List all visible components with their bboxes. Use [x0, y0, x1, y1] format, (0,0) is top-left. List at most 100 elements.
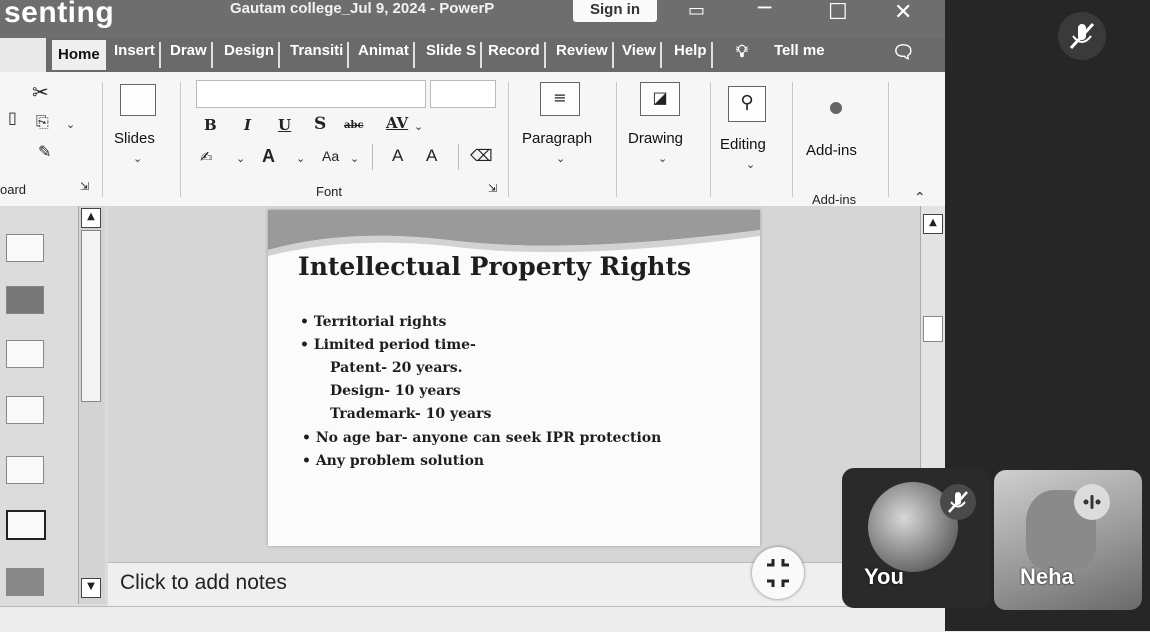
- font-color-button[interactable]: A: [262, 146, 275, 167]
- scroll-up-icon[interactable]: ▲: [923, 214, 943, 234]
- divider: [180, 82, 181, 197]
- chevron-down-icon[interactable]: ⌄: [66, 118, 75, 131]
- tab-insert[interactable]: Insert: [114, 42, 161, 68]
- notes-pane[interactable]: Click to add notes: [108, 562, 945, 607]
- slide-thumbnail[interactable]: [6, 234, 44, 262]
- bullet-item: Patent- 20 years.: [330, 360, 463, 376]
- chevron-down-icon[interactable]: ⌄: [296, 152, 305, 165]
- chevron-down-icon[interactable]: ⌄: [414, 120, 423, 133]
- notes-placeholder[interactable]: Click to add notes: [120, 571, 287, 595]
- divider: [508, 82, 509, 197]
- tab-draw[interactable]: Draw: [170, 42, 213, 68]
- tab-slide-show[interactable]: Slide S: [426, 42, 483, 68]
- participant-name: You: [864, 564, 904, 589]
- abc-button[interactable]: abc: [344, 120, 364, 131]
- presenting-label: senting: [4, 0, 115, 29]
- strikethrough-button[interactable]: S: [314, 114, 326, 134]
- divider: [458, 144, 459, 170]
- slide[interactable]: Intellectual Property Rights • Territori…: [268, 210, 760, 546]
- chevron-down-icon[interactable]: ⌄: [556, 152, 565, 165]
- scroll-thumb[interactable]: [81, 230, 101, 402]
- drawing-button[interactable]: Drawing: [628, 130, 683, 147]
- sign-in-button[interactable]: Sign in: [573, 0, 657, 22]
- comment-icon[interactable]: 🗨︎: [892, 42, 919, 68]
- tab-record[interactable]: Record: [488, 42, 546, 68]
- status-bar: [0, 606, 945, 632]
- slide-thumbnail[interactable]: [6, 568, 44, 596]
- search-icon[interactable]: ⚲: [728, 86, 766, 122]
- paragraph-button[interactable]: Paragraph: [522, 130, 592, 147]
- paragraph-icon[interactable]: ≡: [540, 82, 580, 116]
- maximize-icon[interactable]: ☐: [828, 0, 848, 25]
- clear-formatting-icon[interactable]: ⌫: [470, 146, 493, 165]
- chevron-down-icon[interactable]: ⌄: [133, 152, 142, 165]
- underline-button[interactable]: U: [278, 116, 291, 134]
- scroll-down-icon[interactable]: ▼: [81, 578, 101, 598]
- font-size-input[interactable]: [430, 80, 496, 108]
- scroll-up-icon[interactable]: ▲: [81, 208, 101, 228]
- slide-title[interactable]: Intellectual Property Rights: [298, 252, 691, 281]
- tell-me-search[interactable]: Tell me: [774, 42, 829, 68]
- tab-view[interactable]: View: [622, 42, 662, 68]
- font-name-input[interactable]: [196, 80, 426, 108]
- shrink-font-button[interactable]: A: [426, 146, 437, 166]
- tab-review[interactable]: Review: [556, 42, 614, 68]
- clipboard-group-label: oard: [0, 182, 27, 197]
- bullet-item: • No age bar- anyone can seek IPR protec…: [302, 430, 662, 446]
- chevron-up-icon[interactable]: ⌃: [914, 190, 926, 206]
- slide-thumbnail[interactable]: [6, 396, 44, 424]
- ribbon-tabs: Home Insert Draw Design Transiti Animat …: [46, 38, 945, 72]
- divider: [710, 82, 711, 197]
- bullet-item: • Territorial rights: [300, 314, 447, 330]
- document-title: Gautam college_Jul 9, 2024 - PowerP: [230, 0, 495, 17]
- bullet-item: Design- 10 years: [330, 383, 461, 399]
- format-painter-icon[interactable]: ✎: [38, 142, 51, 161]
- ribbon: ✂ ▯ ⎘ ⌄ ✎ oard ⇲ Slides ⌄ B I U S abc AV…: [0, 72, 945, 207]
- italic-button[interactable]: I: [244, 116, 251, 134]
- tab-animations[interactable]: Animat: [358, 42, 415, 68]
- copy-icon[interactable]: ⎘: [36, 112, 49, 132]
- change-case-button[interactable]: Aa: [322, 148, 339, 164]
- paste-icon[interactable]: ▯: [8, 108, 17, 127]
- minimize-icon[interactable]: ─: [758, 0, 771, 21]
- tab-home[interactable]: Home: [52, 40, 106, 70]
- divider: [616, 82, 617, 197]
- close-icon[interactable]: ✕: [894, 0, 912, 25]
- slide-thumbnail[interactable]: [6, 456, 44, 484]
- grow-font-button[interactable]: A: [392, 146, 403, 166]
- dialog-launcher-icon[interactable]: ⇲: [488, 182, 497, 195]
- highlight-icon[interactable]: ✍: [200, 148, 213, 166]
- collapse-icon[interactable]: [752, 547, 804, 599]
- chevron-down-icon[interactable]: ⌄: [746, 158, 755, 171]
- editing-button[interactable]: Editing: [720, 136, 766, 153]
- slide-thumbnail[interactable]: [6, 510, 46, 540]
- character-spacing-button[interactable]: AV: [386, 114, 408, 132]
- thumbnail-scrollbar[interactable]: ▲ ▼: [78, 206, 105, 604]
- mic-off-icon[interactable]: [1058, 12, 1106, 60]
- chevron-down-icon[interactable]: ⌄: [350, 152, 359, 165]
- chevron-down-icon[interactable]: ⌄: [658, 152, 667, 165]
- slides-icon[interactable]: [120, 84, 156, 116]
- divider: [888, 82, 889, 197]
- slide-thumbnail[interactable]: [6, 286, 44, 314]
- addins-button[interactable]: Add-ins: [806, 142, 857, 159]
- tab-transitions[interactable]: Transiti: [290, 42, 350, 68]
- font-group-label: Font: [316, 184, 343, 199]
- divider: [792, 82, 793, 197]
- scissors-icon[interactable]: ✂: [32, 80, 49, 104]
- lightbulb-icon[interactable]: 💡︎: [736, 42, 752, 68]
- tab-help[interactable]: Help: [674, 42, 713, 68]
- bullet-item: • Any problem solution: [302, 453, 485, 469]
- addins-icon[interactable]: [830, 102, 842, 114]
- bold-button[interactable]: B: [204, 116, 217, 134]
- scroll-thumb[interactable]: [923, 316, 943, 342]
- slide-thumbnail[interactable]: [6, 340, 44, 368]
- tab-design[interactable]: Design: [224, 42, 281, 68]
- chevron-down-icon[interactable]: ⌄: [236, 152, 245, 165]
- slides-button[interactable]: Slides: [114, 130, 155, 147]
- mic-off-icon[interactable]: [940, 484, 976, 520]
- divider: [102, 82, 103, 197]
- drawing-icon[interactable]: ◪: [640, 82, 680, 116]
- dialog-launcher-icon[interactable]: ⇲: [80, 180, 89, 193]
- ribbon-display-icon[interactable]: ▭: [688, 0, 705, 21]
